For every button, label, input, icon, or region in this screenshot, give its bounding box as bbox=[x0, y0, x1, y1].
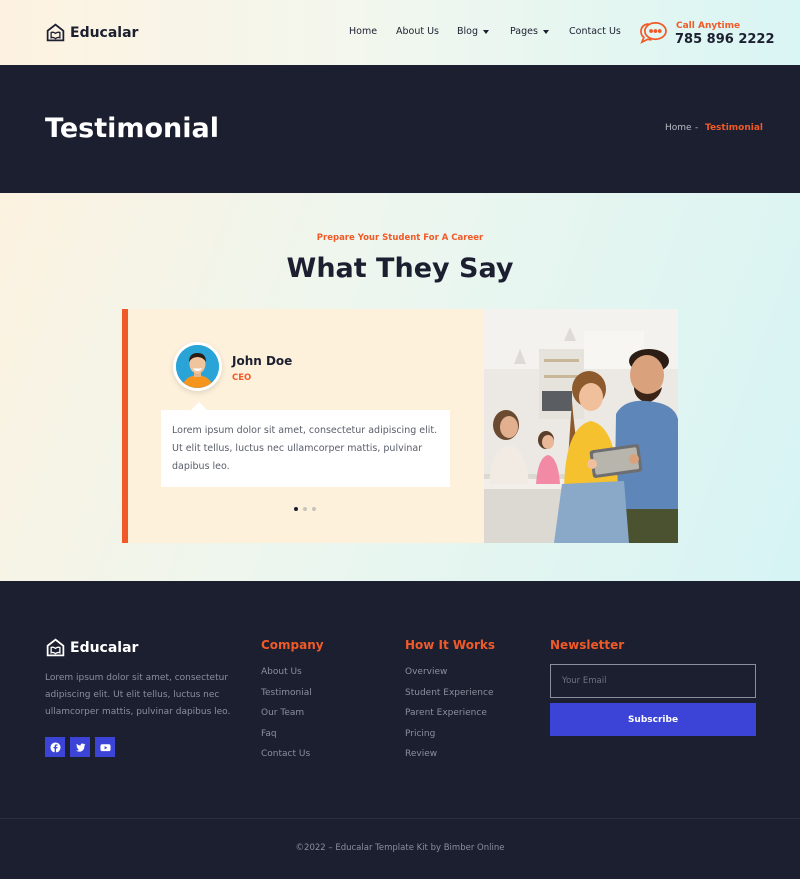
family-photo-illustration bbox=[484, 309, 678, 543]
breadcrumb-home[interactable]: Home bbox=[665, 123, 692, 133]
logo-text: Educalar bbox=[70, 24, 139, 41]
slider-dot[interactable] bbox=[303, 507, 307, 511]
footer-company-title: Company bbox=[261, 638, 324, 652]
testimonial-section: Prepare Your Student For A Career What T… bbox=[0, 193, 800, 581]
call-number[interactable]: 785 896 2222 bbox=[675, 32, 775, 47]
nav-home[interactable]: Home bbox=[349, 26, 377, 37]
quote-pointer bbox=[191, 402, 207, 410]
nav-pages-label: Pages bbox=[510, 26, 538, 37]
nav-pages[interactable]: Pages bbox=[510, 26, 549, 37]
footer-divider bbox=[0, 818, 800, 819]
testimonial-role: CEO bbox=[232, 373, 252, 383]
person-avatar-icon bbox=[176, 345, 219, 388]
logo[interactable]: Educalar bbox=[45, 22, 138, 43]
footer-link-student-experience[interactable]: Student Experience bbox=[405, 688, 493, 709]
nav-contact-us[interactable]: Contact Us bbox=[569, 26, 621, 37]
slider-dot[interactable] bbox=[294, 507, 298, 511]
footer-about: Lorem ipsum dolor sit amet, consectetur … bbox=[45, 673, 231, 717]
footer-newsletter-title: Newsletter bbox=[550, 638, 625, 652]
newsletter-email-input[interactable] bbox=[550, 664, 756, 698]
footer-link-parent-experience[interactable]: Parent Experience bbox=[405, 708, 493, 729]
facebook-icon[interactable] bbox=[45, 737, 65, 757]
chevron-down-icon bbox=[542, 29, 549, 34]
nav-blog-label: Blog bbox=[457, 26, 478, 37]
section-title: What They Say bbox=[286, 253, 514, 284]
breadcrumb-separator: - bbox=[695, 123, 699, 133]
footer-link-overview[interactable]: Overview bbox=[405, 667, 493, 688]
section-eyebrow: Prepare Your Student For A Career bbox=[316, 233, 484, 243]
footer-link-contact-us[interactable]: Contact Us bbox=[261, 749, 312, 770]
page-banner: Testimonial Home - Testimonial bbox=[0, 65, 800, 193]
site-header: Educalar Home About Us Blog Pages Contac… bbox=[0, 0, 800, 65]
testimonial-card: John Doe CEO Lorem ipsum dolor sit amet,… bbox=[122, 309, 484, 543]
footer-logo[interactable]: Educalar bbox=[45, 637, 138, 658]
avatar bbox=[173, 342, 222, 391]
testimonial-quote: Lorem ipsum dolor sit amet, consectetur … bbox=[161, 410, 450, 487]
slider-dots bbox=[294, 507, 316, 511]
testimonial-name: John Doe bbox=[232, 354, 293, 368]
footer-logo-text: Educalar bbox=[70, 639, 139, 656]
footer-link-about-us[interactable]: About Us bbox=[261, 667, 312, 688]
chevron-down-icon bbox=[483, 29, 489, 34]
footer-link-testimonial[interactable]: Testimonial bbox=[261, 688, 312, 709]
footer-company-links: About Us Testimonial Our Team Faq Contac… bbox=[261, 667, 312, 770]
footer-how-it-works-links: Overview Student Experience Parent Exper… bbox=[405, 667, 493, 770]
chat-bubble-icon bbox=[640, 22, 667, 44]
footer-link-our-team[interactable]: Our Team bbox=[261, 708, 312, 729]
subscribe-button[interactable]: Subscribe bbox=[550, 703, 756, 736]
footer-how-it-works-title: How It Works bbox=[405, 638, 496, 652]
nav-blog[interactable]: Blog bbox=[457, 26, 489, 37]
house-book-icon bbox=[46, 23, 65, 42]
footer-link-faq[interactable]: Faq bbox=[261, 729, 312, 750]
page-title: Testimonial bbox=[45, 113, 220, 144]
twitter-glyph bbox=[75, 743, 86, 752]
house-book-icon bbox=[46, 638, 65, 657]
facebook-glyph bbox=[49, 741, 61, 753]
nav-about-us[interactable]: About Us bbox=[396, 26, 439, 37]
site-footer: Educalar Lorem ipsum dolor sit amet, con… bbox=[0, 581, 800, 879]
copyright: ©2022 – Educalar Template Kit by Bimber … bbox=[295, 843, 505, 853]
youtube-icon[interactable] bbox=[95, 737, 115, 757]
twitter-icon[interactable] bbox=[70, 737, 90, 757]
footer-link-pricing[interactable]: Pricing bbox=[405, 729, 493, 750]
call-label: Call Anytime bbox=[676, 21, 741, 31]
youtube-glyph bbox=[99, 743, 111, 751]
footer-link-review[interactable]: Review bbox=[405, 749, 493, 770]
slider-dot[interactable] bbox=[312, 507, 316, 511]
family-photo bbox=[484, 309, 678, 543]
breadcrumb-current: Testimonial bbox=[705, 123, 764, 133]
